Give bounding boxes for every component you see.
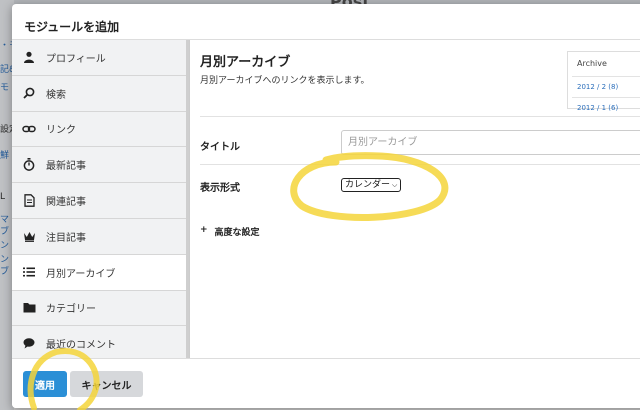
sidebar-item-monthly-archive[interactable]: 月別アーカイブ — [12, 254, 189, 291]
preview-archive-link[interactable]: 2012 / 1 (6) — [577, 104, 618, 112]
preview-title: Archive — [577, 59, 607, 68]
comment-icon — [22, 337, 36, 351]
stopwatch-icon — [22, 158, 36, 172]
module-list: プロフィール 検索 リンク 最新記事 関連記事 注目記事 月別アーカイブ カテゴ… — [12, 40, 190, 358]
sidebar-item-profile[interactable]: プロフィール — [12, 40, 189, 76]
display-format-value: カレンダー — [345, 180, 391, 190]
sidebar-item-label: プロフィール — [46, 53, 106, 65]
sidebar-item-recent-comments[interactable]: 最近のコメント — [12, 326, 189, 358]
dialog-header: モジュールを追加 — [12, 4, 640, 40]
dialog-title: モジュールを追加 — [24, 20, 120, 34]
sidebar-item-link[interactable]: リンク — [12, 111, 189, 148]
format-field-label: 表示形式 — [200, 183, 240, 194]
preview-divider — [572, 76, 640, 77]
sidebar-item-label: 検索 — [46, 89, 66, 101]
plus-icon: + — [200, 225, 208, 235]
apply-button[interactable]: 適用 — [23, 371, 67, 397]
sidebar-scrollbar[interactable] — [186, 40, 189, 358]
sidebar-item-label: リンク — [46, 125, 76, 137]
sidebar-item-label: 最近のコメント — [46, 340, 116, 352]
section-divider — [200, 116, 640, 117]
advanced-settings-toggle[interactable]: + 高度な設定 — [200, 225, 260, 238]
search-icon — [22, 86, 36, 100]
archive-preview: Archive 2012 / 2 (8) 2012 / 1 (6) — [567, 51, 640, 112]
title-field-label: タイトル — [200, 142, 240, 153]
section-divider — [200, 164, 640, 165]
list-icon — [22, 265, 36, 279]
sidebar-item-related-posts[interactable]: 関連記事 — [12, 183, 189, 219]
sidebar-item-label: カテゴリー — [46, 304, 96, 316]
folder-icon — [22, 301, 36, 315]
sidebar-item-label: 注目記事 — [46, 232, 86, 244]
module-title: 月別アーカイブ — [200, 55, 291, 70]
link-icon — [22, 122, 36, 136]
title-input[interactable] — [341, 130, 640, 155]
sidebar-item-label: 関連記事 — [46, 197, 86, 209]
advanced-settings-label: 高度な設定 — [214, 228, 260, 238]
sidebar-item-label: 月別アーカイブ — [46, 268, 116, 280]
sidebar-item-category[interactable]: カテゴリー — [12, 290, 189, 327]
person-icon — [22, 50, 36, 64]
sidebar-item-recent-posts[interactable]: 最新記事 — [12, 147, 189, 184]
sidebar-item-featured-posts[interactable]: 注目記事 — [12, 218, 189, 255]
document-icon — [22, 194, 36, 208]
module-settings-panel: 月別アーカイブ 月別アーカイブへのリンクを表示します。 Archive 2012… — [200, 40, 640, 358]
cancel-button[interactable]: キャンセル — [70, 371, 143, 397]
sidebar-item-label: 最新記事 — [46, 161, 86, 173]
preview-divider — [572, 97, 640, 98]
display-format-select[interactable]: カレンダー ⌵ — [341, 178, 402, 192]
sidebar-item-search[interactable]: 検索 — [12, 75, 189, 112]
add-module-dialog: モジュールを追加 プロフィール 検索 リンク 最新記事 関連記事 注目記事 月別… — [12, 4, 640, 408]
dialog-footer: 適用 キャンセル — [12, 358, 640, 408]
preview-archive-link[interactable]: 2012 / 2 (8) — [577, 83, 618, 91]
module-description: 月別アーカイブへのリンクを表示します。 — [200, 76, 370, 86]
crown-icon — [22, 229, 36, 243]
chevron-down-icon: ⌵ — [392, 181, 398, 189]
